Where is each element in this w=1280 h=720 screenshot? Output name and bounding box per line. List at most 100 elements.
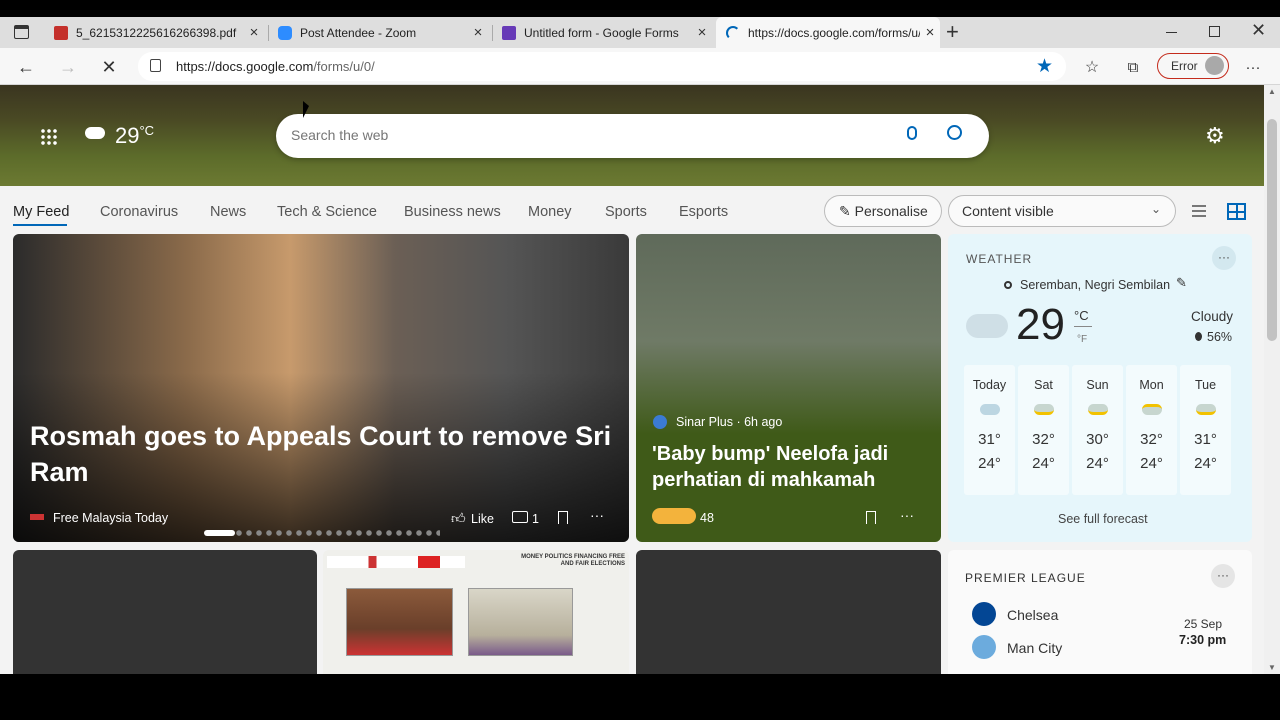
tab-pdf[interactable]: 5_6215312225616266398.pdf × <box>54 17 264 48</box>
weather-location[interactable]: Seremban, Negri Sembilan <box>1020 278 1170 292</box>
feed-tab-tech[interactable]: Tech & Science <box>277 204 377 220</box>
home-team[interactable]: Chelsea <box>1007 607 1058 623</box>
forecast-day[interactable]: Sat 32° 24° <box>1018 365 1069 495</box>
see-full-forecast-link[interactable]: See full forecast <box>1058 512 1148 526</box>
search-icon[interactable] <box>947 125 962 140</box>
more-options-icon[interactable]: ··· <box>590 507 604 523</box>
hero-temp: 29 <box>115 123 140 148</box>
unit-fahrenheit[interactable]: °F <box>1077 334 1087 345</box>
hero-banner: 29°C Search the web ⚙ <box>0 85 1264 186</box>
forecast-day-name: Mon <box>1139 378 1164 392</box>
scroll-up-icon[interactable]: ▲ <box>1264 85 1280 99</box>
away-team[interactable]: Man City <box>1007 640 1062 656</box>
more-icon[interactable]: ··· <box>1241 55 1265 79</box>
settings-gear-icon[interactable]: ⚙ <box>1205 123 1225 149</box>
tab-actions-icon[interactable] <box>14 25 29 39</box>
weather-card[interactable]: WEATHER ··· Seremban, Negri Sembilan ✎ 2… <box>948 234 1252 542</box>
search-input[interactable]: Search the web <box>291 127 388 143</box>
favorite-star-icon[interactable]: ★ <box>1036 55 1053 78</box>
like-label[interactable]: Like <box>471 512 494 526</box>
lock-icon <box>150 59 161 72</box>
forecast-low: 24° <box>1032 455 1055 472</box>
weather-title: WEATHER <box>966 252 1033 266</box>
feed-tab-my-feed[interactable]: My Feed <box>13 204 69 220</box>
feature-story-card[interactable]: Rosmah goes to Appeals Court to remove S… <box>13 234 629 542</box>
story-card-placeholder[interactable] <box>13 550 317 674</box>
forecast-day[interactable]: Sun 30° 24° <box>1072 365 1123 495</box>
select-value: Content visible <box>962 203 1054 219</box>
story-card-placeholder[interactable] <box>636 550 941 674</box>
reaction-emoji-icon[interactable] <box>652 508 696 524</box>
feature-headline[interactable]: Rosmah goes to Appeals Court to remove S… <box>30 418 620 490</box>
collections-icon[interactable]: ⧉ <box>1121 55 1145 79</box>
hero-weather[interactable]: 29°C <box>115 123 154 149</box>
window-close-icon[interactable]: ✕ <box>1251 20 1266 41</box>
google-forms-icon <box>502 25 516 40</box>
scrollbar-thumb[interactable] <box>1267 119 1277 341</box>
close-icon[interactable]: × <box>692 24 712 41</box>
list-view-icon[interactable] <box>1192 205 1206 217</box>
forecast-day[interactable]: Mon 32° 24° <box>1126 365 1177 495</box>
tab-divider <box>492 25 493 41</box>
profile-button[interactable]: Error <box>1157 53 1229 79</box>
feed-tab-news[interactable]: News <box>210 204 246 220</box>
feed-tab-esports[interactable]: Esports <box>679 204 728 220</box>
comment-icon[interactable] <box>512 511 528 523</box>
story-headline[interactable]: 'Baby bump' Neelofa jadi perhatian di ma… <box>652 441 922 493</box>
tab-zoom[interactable]: Post Attendee - Zoom × <box>278 17 488 48</box>
forecast-low: 24° <box>1140 455 1163 472</box>
forecast-high: 32° <box>1032 431 1055 448</box>
scroll-down-icon[interactable]: ▼ <box>1264 663 1280 672</box>
more-options-icon[interactable]: ··· <box>900 507 914 523</box>
search-box[interactable]: Search the web <box>276 114 989 158</box>
personalise-button[interactable]: ✎ Personalise <box>824 195 942 227</box>
like-icon[interactable]: 👍︎ <box>451 510 466 527</box>
tab-google-forms[interactable]: Untitled form - Google Forms × <box>502 17 712 48</box>
premier-league-card[interactable]: PREMIER LEAGUE ··· Chelsea Man City 25 S… <box>948 550 1252 674</box>
new-tab-button[interactable]: + <box>946 19 959 45</box>
feature-source[interactable]: Free Malaysia Today <box>53 511 168 525</box>
grid-view-icon[interactable] <box>1227 203 1246 220</box>
more-options-icon[interactable]: ··· <box>1211 564 1235 588</box>
unit-celsius[interactable]: °C <box>1074 308 1089 323</box>
edit-pencil-icon[interactable]: ✎ <box>1176 275 1187 291</box>
restore-icon[interactable] <box>1209 26 1220 37</box>
url-field[interactable]: https://docs.google.com/forms/u/0/ ★ <box>138 52 1066 81</box>
favorites-icon[interactable]: ☆ <box>1080 55 1104 79</box>
stop-icon[interactable]: ✕ <box>97 55 121 79</box>
close-icon[interactable]: × <box>920 24 940 41</box>
forecast-low: 24° <box>1086 455 1109 472</box>
weather-temp: 29 <box>1016 300 1065 349</box>
page-scrollbar[interactable]: ▲ ▼ <box>1264 85 1280 674</box>
forecast-day-name: Today <box>972 378 1007 392</box>
forecast-day-name: Sun <box>1086 378 1109 392</box>
close-icon[interactable]: × <box>244 24 264 41</box>
forecast-day[interactable]: Tue 31° 24° <box>1180 365 1231 495</box>
tab-active[interactable]: https://docs.google.com/forms/u/0/ × <box>716 17 940 48</box>
story-image <box>13 234 629 542</box>
minimize-icon[interactable] <box>1166 32 1177 33</box>
carousel-dots[interactable] <box>204 530 440 536</box>
apps-grid-icon[interactable] <box>40 128 57 145</box>
back-icon[interactable]: ← <box>14 55 38 79</box>
bookmark-icon[interactable] <box>866 511 876 524</box>
story-card[interactable]: Sinar Plus · 6h ago 'Baby bump' Neelofa … <box>636 234 941 542</box>
browser-window: 5_6215312225616266398.pdf × Post Attende… <box>0 17 1280 674</box>
feed-tab-sports[interactable]: Sports <box>605 204 647 220</box>
webinar-story-card[interactable]: MONEY POLITICS FINANCING FREE AND FAIR E… <box>323 550 629 674</box>
forward-icon[interactable]: → <box>56 55 80 79</box>
bookmark-icon[interactable] <box>558 511 568 524</box>
close-icon[interactable]: × <box>468 24 488 41</box>
story-source-time[interactable]: Sinar Plus · 6h ago <box>676 415 782 429</box>
mouse-cursor <box>303 101 309 118</box>
thunderstorm-icon <box>1087 404 1108 415</box>
feed-tab-money[interactable]: Money <box>528 204 572 220</box>
location-pin-icon <box>1004 281 1012 289</box>
webinar-banner-text: MONEY POLITICS FINANCING FREE AND FAIR E… <box>521 554 625 567</box>
feed-tab-business[interactable]: Business news <box>404 204 501 220</box>
feed-tab-coronavirus[interactable]: Coronavirus <box>100 204 178 220</box>
more-options-icon[interactable]: ··· <box>1212 246 1236 270</box>
forecast-day[interactable]: Today 31° 24° <box>964 365 1015 495</box>
content-visibility-select[interactable]: Content visible ⌄ <box>948 195 1176 227</box>
microphone-icon[interactable] <box>907 126 917 140</box>
